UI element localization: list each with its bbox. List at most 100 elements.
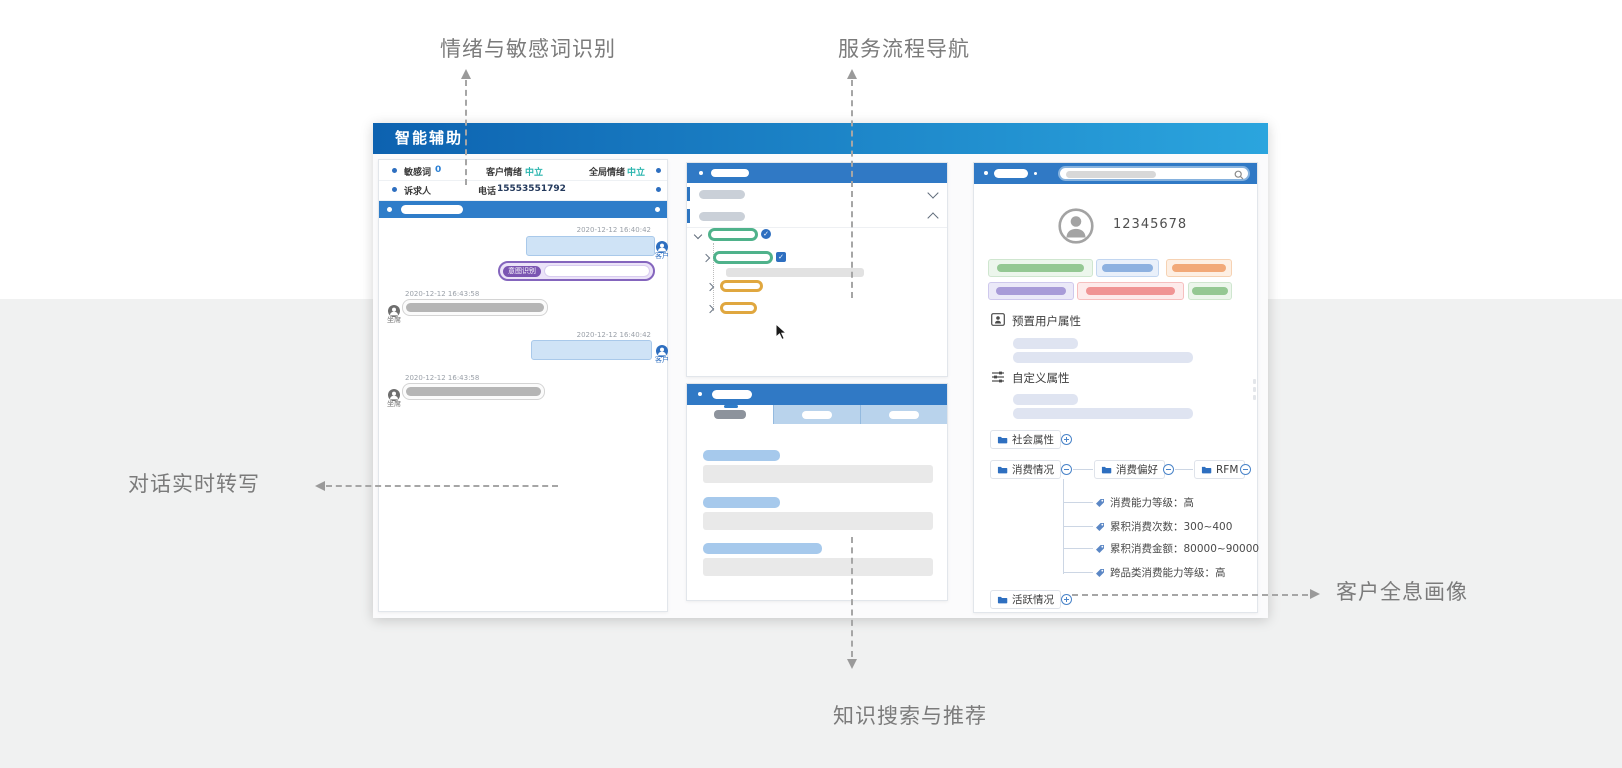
- global-emotion-value: 中立: [627, 165, 645, 178]
- knowledge-tab[interactable]: [860, 405, 947, 424]
- tree-node-preference[interactable]: 消费偏好: [1094, 460, 1165, 479]
- chevron-down-icon[interactable]: [927, 187, 938, 198]
- header-dot-icon: [699, 171, 703, 175]
- tree-node-label: 活跃情况: [1012, 592, 1054, 607]
- consumption-tag-text: 累积消费次数：300~400: [1110, 519, 1232, 534]
- redacted-row-title: [699, 190, 745, 199]
- folder-icon: [997, 594, 1008, 605]
- chevron-down-icon[interactable]: [694, 231, 702, 239]
- intent-tag: 意图识别: [503, 266, 541, 277]
- message-timestamp: 2020-12-12 16:43:58: [405, 374, 479, 382]
- flow-node-pending[interactable]: [720, 280, 763, 292]
- customer-tag: [1188, 282, 1232, 300]
- service-flow-panel: [686, 162, 948, 377]
- scrollbar-mark[interactable]: [1253, 379, 1256, 384]
- agent-avatar: [388, 302, 400, 314]
- message-timestamp: 2020-12-12 16:40:42: [577, 226, 651, 234]
- flow-node-completed[interactable]: [708, 228, 758, 241]
- expand-icon[interactable]: [1061, 434, 1072, 445]
- chevron-right-icon[interactable]: [702, 254, 710, 262]
- id-card-icon: [991, 313, 1005, 326]
- agent-role-label: 坐席: [387, 315, 401, 325]
- redacted-tag-text: [1172, 264, 1226, 272]
- redacted-attribute: [1013, 408, 1193, 419]
- flow-node-pending[interactable]: [720, 302, 757, 314]
- redacted-row-title: [699, 212, 745, 221]
- arrow-right-icon: [1310, 589, 1320, 599]
- customer-avatar-large: [1058, 208, 1094, 244]
- tree-node-label: RFM: [1216, 464, 1238, 476]
- redacted-panel-title: [711, 169, 749, 177]
- customer-id: 12345678: [1113, 217, 1187, 232]
- header-dot-icon: [698, 392, 702, 396]
- tree-node-consumption[interactable]: 消费情况: [990, 460, 1061, 479]
- chevron-up-icon[interactable]: [927, 212, 938, 223]
- caller-label: 诉求人: [404, 184, 431, 197]
- redacted-search-placeholder: [1066, 171, 1156, 178]
- search-icon[interactable]: [1234, 170, 1244, 180]
- folder-icon: [997, 464, 1008, 475]
- consumption-tag-text: 累积消费金额：80000~90000: [1110, 541, 1259, 556]
- tag-icon: [1095, 568, 1105, 578]
- conversation-panel: 敏感词 0 客户情绪 中立 全局情绪 中立 诉求人 电话 15553551792: [378, 159, 668, 612]
- global-emotion-label: 全局情绪: [589, 165, 625, 178]
- sensitive-words-count: 0: [435, 165, 441, 175]
- redacted-panel-title: [994, 169, 1028, 178]
- window-title-bar: 智能辅助: [373, 123, 1268, 154]
- tree-node-rfm[interactable]: RFM: [1194, 460, 1245, 479]
- customer-avatar: [656, 238, 668, 250]
- timeline-pin-icon: [392, 168, 397, 173]
- tag-icon: [1095, 498, 1105, 508]
- knowledge-panel-header: [687, 384, 947, 405]
- collapse-icon[interactable]: [1061, 464, 1072, 475]
- knowledge-tab-active[interactable]: [687, 405, 773, 424]
- knowledge-item-title[interactable]: [703, 450, 780, 461]
- redacted-message-text: [406, 387, 541, 396]
- flow-node-completed[interactable]: [713, 251, 773, 264]
- timeline-pin-icon: [656, 168, 661, 173]
- scrollbar-mark[interactable]: [1253, 387, 1256, 392]
- annotation-sentiment: 情绪与敏感词识别: [440, 33, 616, 63]
- tree-node-activity[interactable]: 活跃情况: [990, 590, 1061, 609]
- conversation-section-bar: [379, 201, 667, 218]
- tree-node-social[interactable]: 社会属性: [990, 430, 1061, 449]
- knowledge-item-title[interactable]: [703, 543, 822, 554]
- check-square-icon: [776, 252, 786, 262]
- annotation-line-sentiment: [465, 80, 467, 185]
- annotation-knowledge: 知识搜索与推荐: [833, 700, 987, 730]
- intent-highlight-bubble: 意图识别: [498, 261, 655, 281]
- knowledge-tab[interactable]: [773, 405, 860, 424]
- annotation-transcription: 对话实时转写: [128, 468, 260, 498]
- agent-avatar: [388, 386, 400, 398]
- redacted-flow-description: [726, 268, 864, 277]
- flow-expand-row[interactable]: [687, 205, 947, 228]
- active-tab-indicator: [724, 405, 738, 408]
- folder-icon: [1101, 464, 1112, 475]
- expand-icon[interactable]: [1061, 594, 1072, 605]
- flow-collapse-row[interactable]: [687, 183, 947, 206]
- scrollbar-mark[interactable]: [1253, 395, 1256, 400]
- mouse-cursor: [775, 323, 789, 341]
- collapse-icon[interactable]: [1240, 464, 1251, 475]
- redacted-tag-text: [1086, 287, 1174, 295]
- knowledge-item-title[interactable]: [703, 497, 780, 508]
- collapse-icon[interactable]: [1163, 464, 1174, 475]
- redacted-tab-label: [802, 411, 832, 419]
- annotation-portrait: 客户全息画像: [1336, 576, 1468, 606]
- agent-message-bubble: [402, 383, 545, 400]
- custom-attributes-label: 自定义属性: [1012, 370, 1070, 386]
- consumption-tag-text: 消费能力等级：高: [1110, 495, 1194, 510]
- row-accent: [687, 209, 690, 223]
- tag-icon: [1095, 522, 1105, 532]
- customer-emotion-label: 客户情绪: [486, 165, 522, 178]
- smart-assist-window: 智能辅助 敏感词 0 客户情绪 中立 全局情绪 中立 诉求人 电话 155535…: [373, 123, 1268, 618]
- customer-tag: [1077, 282, 1184, 300]
- sensitive-words-label: 敏感词: [404, 165, 431, 178]
- customer-tag: [1166, 259, 1232, 277]
- consumption-tag-text: 跨品类消费能力等级：高: [1110, 565, 1226, 580]
- profile-search-input[interactable]: [1058, 166, 1250, 181]
- arrow-left-icon: [315, 481, 325, 491]
- tree-connector: [1175, 469, 1193, 470]
- tree-node-label: 社会属性: [1012, 432, 1054, 447]
- customer-avatar: [656, 342, 668, 354]
